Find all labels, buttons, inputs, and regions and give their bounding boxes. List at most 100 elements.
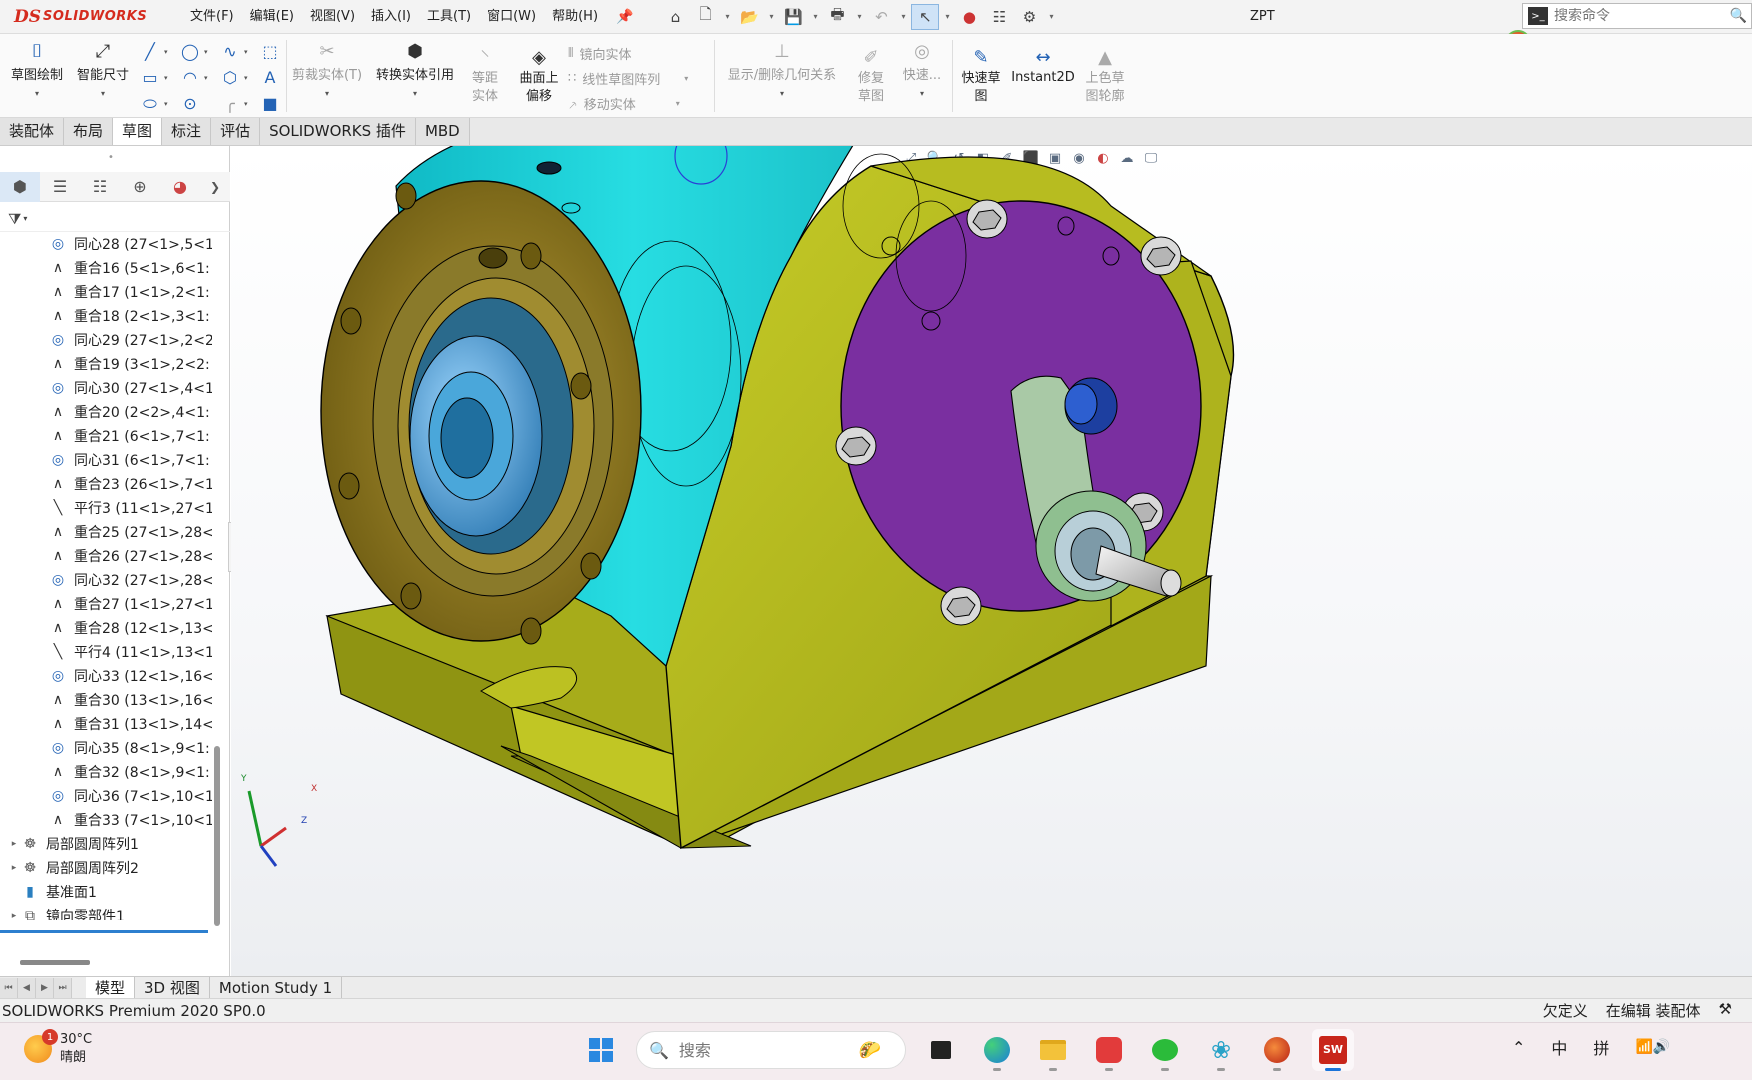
tree-mate-item[interactable]: ◎ 同心36 (7<1>,10<1 <box>0 784 212 808</box>
tree-mate-item[interactable]: ∧ 重合21 (6<1>,7<1: <box>0 424 212 448</box>
linear-pattern-dropdown-icon[interactable]: ▾ <box>684 74 688 83</box>
tree-mate-item[interactable]: ╲ 平行4 (11<1>,13<1 <box>0 640 212 664</box>
home-icon[interactable]: ⌂ <box>661 4 689 30</box>
tree-mate-item[interactable]: ∧ 重合19 (3<1>,2<2: <box>0 352 212 376</box>
prev-tab-icon[interactable]: ◀ <box>18 977 36 998</box>
tray-overflow-chevron-icon[interactable]: ⌃ <box>1512 1038 1525 1057</box>
tab-assembly[interactable]: 装配体 <box>0 118 65 145</box>
panel-tabs-more-icon[interactable]: ❯ <box>200 172 230 202</box>
tree-mate-item[interactable]: ∧ 重合27 (1<1>,27<1 <box>0 592 212 616</box>
solidworks-taskbar-icon[interactable]: SW <box>1312 1029 1354 1071</box>
undo-dropdown-icon[interactable]: ▾ <box>897 4 909 30</box>
file-properties-icon[interactable]: ☷ <box>985 4 1013 30</box>
tree-mate-item[interactable]: ∧ 重合23 (26<1>,7<1 <box>0 472 212 496</box>
tree-vertical-scrollbar[interactable] <box>214 746 220 926</box>
tab-3d-view[interactable]: 3D 视图 <box>135 976 210 999</box>
configuration-manager-tab-icon[interactable]: ☷ <box>80 172 120 202</box>
sketch-dropdown-icon[interactable]: ▾ <box>6 89 68 98</box>
filter-dropdown-icon[interactable]: ▾ <box>23 214 27 223</box>
expand-arrow-icon[interactable]: ▸ <box>8 863 20 873</box>
relations-dropdown-icon[interactable]: ▾ <box>722 89 842 98</box>
tree-filter[interactable]: ⧩ ▾ <box>0 206 230 232</box>
task-view-icon[interactable] <box>920 1029 962 1071</box>
sketch-button[interactable]: ⌷ 草图绘制 ▾ <box>6 40 68 98</box>
tree-mate-item[interactable]: ╲ 平行3 (11<1>,27<1 <box>0 496 212 520</box>
convert-entities-button[interactable]: ⬢ 转换实体引用 ▾ <box>372 40 458 98</box>
rectangle-dropdown-icon[interactable]: ▾ <box>164 74 168 82</box>
rect-select-icon[interactable]: ⬚ <box>260 42 280 61</box>
arc-dropdown-icon[interactable]: ▾ <box>204 74 208 82</box>
tree-mate-item[interactable]: ◎ 同心35 (8<1>,9<1: <box>0 736 212 760</box>
tab-layout[interactable]: 布局 <box>64 118 114 145</box>
text-icon[interactable]: A <box>260 68 280 87</box>
tab-mbd[interactable]: MBD <box>415 118 470 145</box>
menu-help[interactable]: 帮助(H) <box>544 0 606 34</box>
ime-mode[interactable]: 拼 <box>1593 1035 1609 1059</box>
filter-icon[interactable]: ⧩ <box>8 210 21 228</box>
tab-model[interactable]: 模型 <box>86 976 136 999</box>
wifi-volume-icon[interactable]: 📶🔊 <box>1635 1039 1670 1055</box>
repair-sketch-button[interactable]: ✐ 修复草图 <box>848 46 894 106</box>
netease-music-icon[interactable] <box>1088 1029 1130 1071</box>
smart-dimension-button[interactable]: ⤢ 智能尺寸 ▾ <box>72 40 134 98</box>
tree-mate-item[interactable]: ◎ 同心30 (27<1>,4<1 <box>0 376 212 400</box>
arc-icon[interactable]: ◠ <box>180 68 200 87</box>
weather-widget[interactable]: 1 30°C 晴朗 <box>24 1029 92 1067</box>
tree-mate-item[interactable]: ∧ 重合32 (8<1>,9<1: <box>0 760 212 784</box>
save-dropdown-icon[interactable]: ▾ <box>809 4 821 30</box>
expand-arrow-icon[interactable]: ▸ <box>8 839 20 849</box>
tab-motion-study[interactable]: Motion Study 1 <box>210 976 343 999</box>
tree-mate-item[interactable]: ∧ 重合18 (2<1>,3<1: <box>0 304 212 328</box>
tab-addins[interactable]: SOLIDWORKS 插件 <box>260 118 416 145</box>
circle-icon[interactable]: ◯ <box>180 42 200 61</box>
move-entities-button[interactable]: ⸕ 移动实体 ▾ <box>568 94 680 114</box>
polygon-dropdown-icon[interactable]: ▾ <box>244 74 248 82</box>
tab-sketch[interactable]: 草图 <box>113 118 163 145</box>
print-icon[interactable]: 🖶 <box>823 4 851 30</box>
command-search-input[interactable] <box>1554 8 1714 24</box>
edge-browser-icon[interactable] <box>976 1029 1018 1071</box>
next-tab-icon[interactable]: ▶ <box>36 977 54 998</box>
convert-dropdown-icon[interactable]: ▾ <box>372 89 458 98</box>
quick-snaps-dropdown-icon[interactable]: ▾ <box>900 89 944 98</box>
wechat-icon[interactable] <box>1144 1029 1186 1071</box>
solidworks-logo[interactable]: DS SOLIDWORKS <box>0 0 170 34</box>
tree-feature-item[interactable]: ▮ 基准面1 <box>0 880 212 904</box>
traffic-light-icon[interactable]: ● <box>955 4 983 30</box>
display-relations-button[interactable]: ⊥ 显示/删除几何关系 ▾ <box>722 40 842 98</box>
circle-dropdown-icon[interactable]: ▾ <box>204 48 208 56</box>
menu-file[interactable]: 文件(F) <box>182 0 242 34</box>
tree-mate-item[interactable]: ∧ 重合26 (27<1>,28< <box>0 544 212 568</box>
fillet-dropdown-icon[interactable]: ▾ <box>244 100 248 108</box>
tree-mate-item[interactable]: ◎ 同心31 (6<1>,7<1: <box>0 448 212 472</box>
tree-mate-item[interactable]: ∧ 重合20 (2<2>,4<1: <box>0 400 212 424</box>
search-icon[interactable]: 🔍 <box>1730 8 1747 24</box>
menu-insert[interactable]: 插入(I) <box>363 0 419 34</box>
fillet-icon[interactable]: ╭ <box>220 94 240 113</box>
move-dropdown-icon[interactable]: ▾ <box>676 99 680 108</box>
feature-manager-tab-icon[interactable]: ⬢ <box>0 171 40 202</box>
rapid-sketch-button[interactable]: ✎ 快速草图 <box>956 46 1006 106</box>
file-explorer-icon[interactable] <box>1032 1029 1074 1071</box>
tree-mate-item[interactable]: ∧ 重合28 (12<1>,13< <box>0 616 212 640</box>
ime-language[interactable]: 中 <box>1551 1035 1567 1059</box>
tab-evaluate[interactable]: 评估 <box>211 118 261 145</box>
open-folder-icon[interactable]: 📂 <box>735 4 763 30</box>
menu-view[interactable]: 视图(V) <box>302 0 363 34</box>
tree-feature-item[interactable]: ▸ ⧉ 镜向零部件1 <box>0 904 212 920</box>
property-manager-tab-icon[interactable]: ☰ <box>40 172 80 202</box>
undo-icon[interactable]: ↶ <box>867 4 895 30</box>
tree-mate-item[interactable]: ◎ 同心32 (27<1>,28< <box>0 568 212 592</box>
shaded-sketch-contours-button[interactable]: ▲ 上色草图轮廓 <box>1078 46 1132 106</box>
tree-mate-item[interactable]: ∧ 重合30 (13<1>,16< <box>0 688 212 712</box>
tree-feature-item[interactable]: ▸ ☸ 局部圆周阵列2 <box>0 856 212 880</box>
tree-mate-item[interactable]: ∧ 重合33 (7<1>,10<1 <box>0 808 212 832</box>
point-icon[interactable]: ⊙ <box>180 94 200 113</box>
smart-dimension-dropdown-icon[interactable]: ▾ <box>72 89 134 98</box>
line-icon[interactable]: ╱ <box>140 42 160 61</box>
tree-mate-item[interactable]: ∧ 重合17 (1<1>,2<1: <box>0 280 212 304</box>
tree-mate-item[interactable]: ◎ 同心28 (27<1>,5<1 <box>0 232 212 256</box>
instant2d-button[interactable]: ↔ Instant2D <box>1010 46 1076 85</box>
dimxpert-tab-icon[interactable]: ⊕ <box>120 172 160 202</box>
new-document-icon[interactable]: 🗋 <box>691 4 719 30</box>
